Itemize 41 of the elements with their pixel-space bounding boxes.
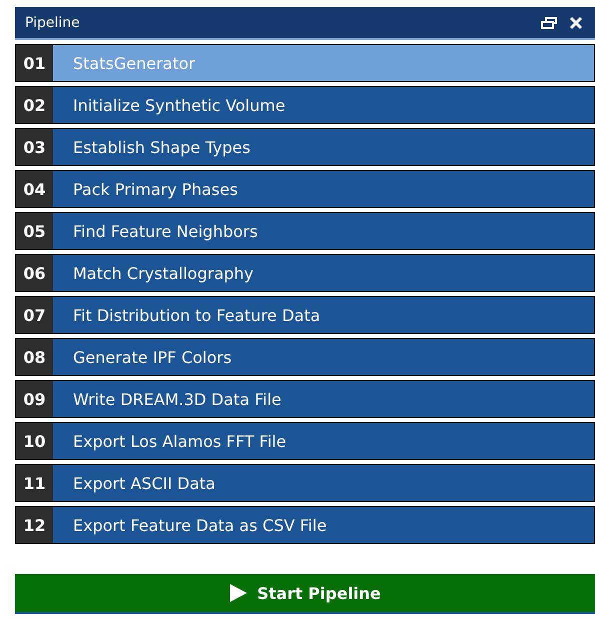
filter-name: Fit Distribution to Feature Data bbox=[72, 304, 320, 326]
filter-number: 07 bbox=[16, 297, 53, 333]
pipeline-filter-row[interactable]: 07 Fit Distribution to Feature Data bbox=[15, 296, 595, 334]
panel-title: Pipeline bbox=[25, 14, 81, 30]
filter-name: Write DREAM.3D Data File bbox=[72, 388, 282, 410]
filter-name: StatsGenerator bbox=[72, 52, 196, 74]
filter-name: Export Feature Data as CSV File bbox=[72, 514, 327, 536]
filter-number: 08 bbox=[16, 339, 53, 375]
pipeline-filter-row[interactable]: 05 Find Feature Neighbors bbox=[15, 212, 595, 250]
restore-button[interactable] bbox=[541, 16, 557, 28]
filter-number: 06 bbox=[16, 255, 53, 291]
pipeline-filter-row[interactable]: 03 Establish Shape Types bbox=[15, 128, 595, 166]
pipeline-filter-row[interactable]: 06 Match Crystallography bbox=[15, 254, 595, 292]
pipeline-filter-row[interactable]: 08 Generate IPF Colors bbox=[15, 338, 595, 376]
play-icon bbox=[229, 584, 248, 602]
filter-name: Generate IPF Colors bbox=[72, 346, 232, 368]
filter-number: 05 bbox=[16, 213, 53, 249]
pipeline-filter-row[interactable]: 11 Export ASCII Data bbox=[15, 464, 595, 502]
filter-number: 01 bbox=[16, 45, 53, 81]
filter-number: 10 bbox=[16, 423, 53, 459]
filter-number: 02 bbox=[16, 87, 53, 123]
start-pipeline-button[interactable]: Start Pipeline bbox=[15, 574, 595, 614]
filter-name: Establish Shape Types bbox=[72, 136, 250, 158]
filter-name: Export ASCII Data bbox=[72, 472, 216, 494]
close-button[interactable] bbox=[569, 16, 583, 30]
pipeline-filter-row[interactable]: 02 Initialize Synthetic Volume bbox=[15, 86, 595, 124]
filter-name: Match Crystallography bbox=[72, 262, 254, 284]
filter-number: 04 bbox=[16, 171, 53, 207]
pipeline-filter-row[interactable]: 10 Export Los Alamos FFT File bbox=[15, 422, 595, 460]
filter-name: Export Los Alamos FFT File bbox=[72, 430, 286, 452]
filter-number: 11 bbox=[16, 465, 53, 501]
filter-name: Pack Primary Phases bbox=[72, 178, 238, 200]
pipeline-filter-row[interactable]: 09 Write DREAM.3D Data File bbox=[15, 380, 595, 418]
filter-number: 12 bbox=[16, 507, 53, 543]
filter-name: Initialize Synthetic Volume bbox=[72, 94, 286, 116]
filter-name: Find Feature Neighbors bbox=[72, 220, 258, 242]
filter-number: 09 bbox=[16, 381, 53, 417]
filter-number: 03 bbox=[16, 129, 53, 165]
pipeline-filter-row[interactable]: 01 StatsGenerator bbox=[15, 44, 595, 82]
pipeline-filter-row[interactable]: 12 Export Feature Data as CSV File bbox=[15, 506, 595, 544]
pipeline-filter-row[interactable]: 04 Pack Primary Phases bbox=[15, 170, 595, 208]
